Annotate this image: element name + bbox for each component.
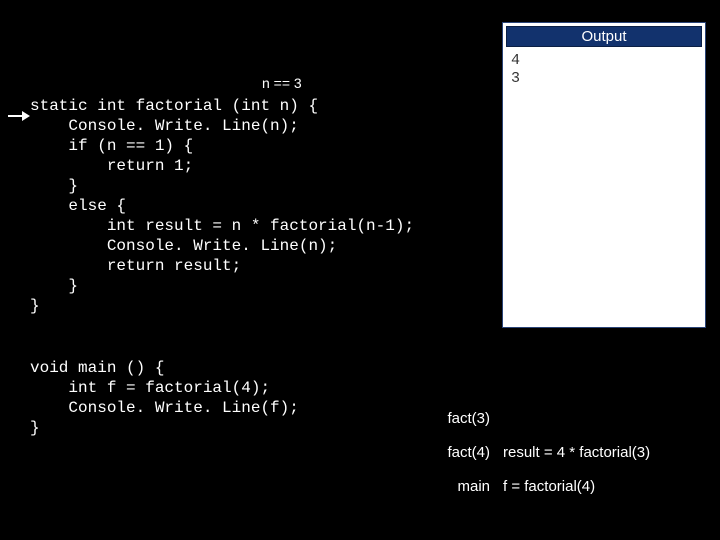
output-title: Output bbox=[506, 26, 702, 47]
stack-row: main f = factorial(4) bbox=[428, 472, 706, 500]
stack-frame-label: fact(4) bbox=[428, 438, 496, 466]
output-panel: Output 4 3 bbox=[502, 22, 706, 328]
current-line-arrow bbox=[8, 110, 30, 122]
factorial-code: static int factorial (int n) { Console. … bbox=[30, 96, 414, 316]
n-value-label: n == 3 bbox=[262, 75, 302, 91]
stack-frame-label: main bbox=[428, 472, 496, 500]
stack-frame-label: fact(3) bbox=[428, 404, 496, 432]
call-stack: fact(3) fact(4) result = 4 * factorial(3… bbox=[428, 398, 706, 500]
main-code: void main () { int f = factorial(4); Con… bbox=[30, 358, 299, 438]
stack-frame-value: result = 4 * factorial(3) bbox=[496, 438, 706, 466]
stack-frame-value bbox=[496, 404, 706, 432]
stack-row: fact(4) result = 4 * factorial(3) bbox=[428, 438, 706, 466]
stack-frame-value: f = factorial(4) bbox=[496, 472, 706, 500]
output-body: 4 3 bbox=[503, 50, 705, 90]
stack-row: fact(3) bbox=[428, 404, 706, 432]
